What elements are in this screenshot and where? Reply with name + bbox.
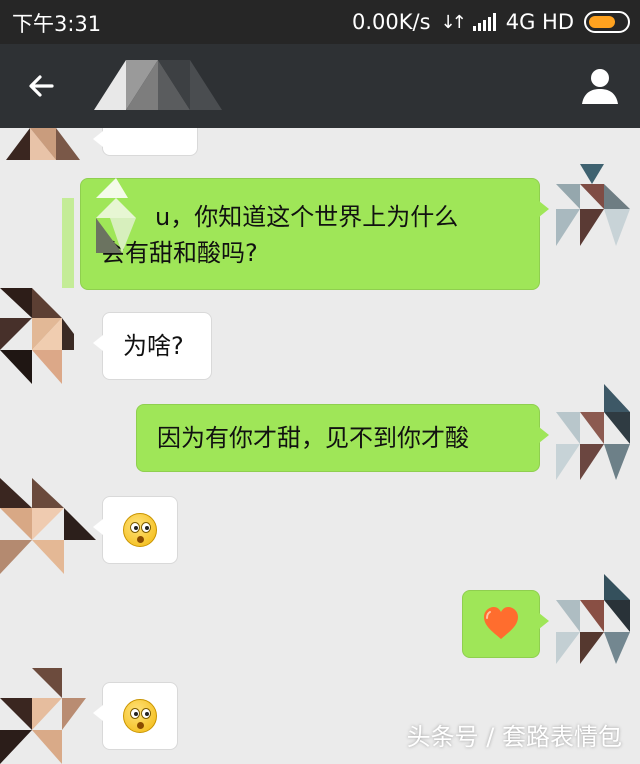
battery-icon	[584, 11, 630, 33]
user-avatar[interactable]	[556, 384, 630, 480]
contact-avatar[interactable]	[0, 478, 96, 574]
pixelated-overlay	[62, 178, 136, 288]
user-avatar[interactable]	[556, 574, 630, 664]
message-bubble-outgoing[interactable]: 因为有你才甜，见不到你才酸	[136, 404, 549, 472]
message-text-line: u，你知道这个世界上为什么	[155, 203, 459, 231]
network-speed: 0.00K/s	[352, 10, 431, 34]
watermark: 头条号 / 套路表情包	[406, 723, 622, 751]
surprised-face-emoji	[123, 513, 157, 547]
user-avatar[interactable]	[556, 164, 630, 246]
message-bubble-incoming[interactable]	[93, 682, 178, 750]
message-bubble-outgoing[interactable]: u，你知道这个世界上为什么 会有甜和酸吗?	[80, 178, 549, 290]
person-icon[interactable]	[578, 64, 622, 108]
network-type: 4G HD	[505, 10, 574, 34]
message-bubble-incoming[interactable]: 为啥?	[93, 312, 212, 380]
contact-avatar[interactable]	[6, 128, 80, 160]
message-text-line: 会有甜和酸吗?	[101, 239, 258, 267]
status-time: 下午3:31	[12, 12, 102, 36]
pixelated-contact-name	[94, 60, 222, 110]
chat-title-bar	[0, 44, 640, 128]
message-bubble-incoming[interactable]	[93, 128, 198, 156]
message-bubble-outgoing[interactable]	[462, 590, 549, 658]
contact-avatar[interactable]	[0, 288, 74, 384]
signal-strength-icon	[472, 13, 496, 31]
heart-emoji	[484, 607, 518, 639]
data-transfer-icon: ↓↑	[440, 11, 467, 33]
arrow-left-icon[interactable]	[22, 66, 62, 106]
status-bar: 下午3:31 0.00K/s ↓↑ 4G HD	[0, 0, 640, 44]
surprised-face-emoji	[123, 699, 157, 733]
message-bubble-incoming[interactable]	[93, 496, 178, 564]
chat-area[interactable]: u，你知道这个世界上为什么 会有甜和酸吗? 为啥? 因为有你才甜，见不到你才酸	[0, 128, 640, 764]
status-indicators: 0.00K/s ↓↑ 4G HD	[352, 8, 630, 36]
contact-avatar[interactable]	[0, 668, 86, 764]
